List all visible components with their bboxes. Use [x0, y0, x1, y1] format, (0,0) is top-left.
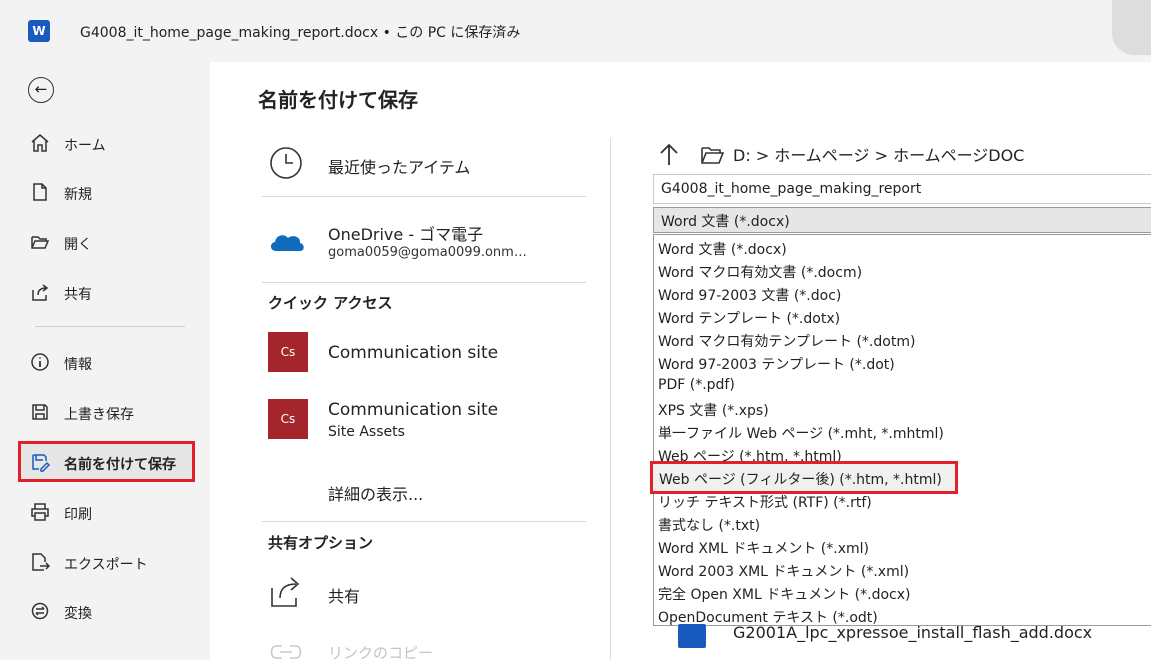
share-options-heading: 共有オプション [268, 534, 374, 552]
print-icon [31, 503, 49, 521]
sidebar-item-info[interactable]: 情報 [18, 345, 198, 379]
quick-access-heading: クイック アクセス [268, 294, 393, 312]
file-name-input[interactable]: G4008_it_home_page_making_report [653, 174, 1151, 204]
sidebar-item-share[interactable]: 共有 [18, 275, 198, 309]
sidebar-item-label: 共有 [64, 287, 92, 303]
sidebar-item-label: 変換 [64, 606, 92, 622]
sidebar-item-home[interactable]: ホーム [18, 126, 198, 160]
save-icon [32, 404, 48, 420]
save-as-icon [32, 454, 50, 472]
onedrive-name: OneDrive - ゴマ電子 [328, 225, 484, 244]
page-title: 名前を付けて保存 [258, 88, 418, 112]
new-doc-icon [33, 183, 47, 201]
word-file-icon [678, 624, 706, 648]
home-icon [31, 134, 49, 152]
sidebar-item-save[interactable]: 上書き保存 [18, 395, 198, 429]
clock-icon [270, 147, 302, 179]
sidebar-item-new[interactable]: 新規 [18, 175, 198, 209]
file-type-option[interactable]: XPS 文書 (*.xps) [658, 400, 769, 420]
file-type-option[interactable]: Word マクロ有効文書 (*.docm) [658, 262, 862, 282]
word-icon: W [28, 20, 50, 42]
document-title: G4008_it_home_page_making_report.docx • … [80, 25, 521, 41]
share-icon [271, 577, 300, 607]
back-button[interactable]: ← [28, 77, 54, 103]
file-type-option[interactable]: Word マクロ有効テンプレート (*.dotm) [658, 331, 915, 351]
sidebar-item-label: 上書き保存 [64, 407, 134, 423]
cloud-icon [270, 235, 304, 251]
sidebar-item-print[interactable]: 印刷 [18, 495, 198, 529]
export-icon [32, 553, 50, 571]
divider [262, 521, 586, 522]
sidebar-item-save-as[interactable]: 名前を付けて保存 [18, 441, 195, 482]
file-type-select[interactable]: Word 文書 (*.docx) [653, 207, 1151, 233]
file-type-option-highlighted[interactable]: Web ページ (フィルター後) (*.htm, *.html) [650, 461, 958, 494]
file-list-item[interactable]: G2001A_lpc_xpressoe_install_flash_add.do… [733, 623, 1092, 642]
share-icon [32, 284, 49, 301]
file-type-option[interactable]: Word XML ドキュメント (*.xml) [658, 538, 869, 558]
file-type-option[interactable]: Word 97-2003 文書 (*.doc) [658, 285, 841, 305]
quick-access-item[interactable]: Cs Communication site Site Assets [262, 396, 592, 446]
file-type-dropdown: Word 文書 (*.docx) Word マクロ有効文書 (*.docm) W… [650, 234, 1151, 626]
share-option[interactable]: 共有 [262, 570, 592, 614]
sidebar-item-label: 名前を付けて保存 [64, 457, 176, 473]
sidebar-item-label: 開く [64, 237, 92, 253]
sidebar-item-label: 情報 [64, 357, 92, 373]
file-type-option[interactable]: 書式なし (*.txt) [658, 515, 760, 535]
file-type-option[interactable]: Word 文書 (*.docx) [658, 239, 787, 259]
breadcrumb[interactable]: D: > ホームページ > ホームページDOC [733, 142, 1024, 166]
file-type-option[interactable]: Word テンプレート (*.dotx) [658, 308, 840, 328]
link-icon [270, 645, 302, 659]
folder-open-icon [31, 236, 50, 249]
avatar[interactable] [1112, 0, 1151, 55]
info-icon [31, 353, 49, 371]
file-type-option[interactable]: リッチ テキスト形式 (RTF) (*.rtf) [658, 492, 872, 512]
convert-icon [31, 602, 49, 620]
sidebar-divider [35, 326, 185, 327]
copy-link-label: リンクのコピー [328, 644, 434, 660]
site-tile: Cs [268, 332, 308, 372]
quick-access-item[interactable]: Cs Communication site [262, 330, 592, 376]
sidebar-item-label: 新規 [64, 187, 92, 203]
onedrive-account: goma0059@goma0099.onm… [328, 245, 527, 260]
file-type-option[interactable]: 単一ファイル Web ページ (*.mht, *.mhtml) [658, 423, 944, 443]
divider [262, 196, 586, 197]
pane-divider [610, 138, 611, 660]
file-type-option[interactable]: Word 97-2003 テンプレート (*.dot) [658, 354, 895, 374]
more-locations-link[interactable]: 詳細の表示... [328, 481, 423, 505]
location-recent[interactable]: 最近使ったアイテム [258, 140, 588, 190]
location-label: 最近使ったアイテム [328, 158, 471, 177]
file-type-option[interactable]: 完全 Open XML ドキュメント (*.docx) [658, 584, 910, 604]
site-name: Communication site [328, 400, 499, 420]
sidebar-item-label: ホーム [64, 138, 106, 154]
up-arrow-icon[interactable] [658, 143, 680, 167]
site-name: Communication site [328, 343, 499, 363]
sidebar-item-open[interactable]: 開く [18, 225, 198, 259]
file-type-option[interactable]: Word 2003 XML ドキュメント (*.xml) [658, 561, 909, 581]
copy-link-option[interactable]: リンクのコピー [262, 634, 592, 660]
sidebar-item-label: 印刷 [64, 507, 92, 523]
sidebar-item-label: エクスポート [64, 557, 148, 573]
folder-icon [701, 147, 724, 164]
sidebar-item-convert[interactable]: 変換 [18, 594, 198, 628]
site-tile: Cs [268, 399, 308, 439]
site-sub: Site Assets [328, 424, 405, 440]
divider [262, 282, 586, 283]
share-label: 共有 [328, 587, 361, 606]
location-onedrive[interactable]: OneDrive - ゴマ電子 goma0059@goma0099.onm… [258, 216, 588, 266]
sidebar-item-export[interactable]: エクスポート [18, 545, 198, 579]
file-type-option[interactable]: PDF (*.pdf) [658, 377, 735, 397]
